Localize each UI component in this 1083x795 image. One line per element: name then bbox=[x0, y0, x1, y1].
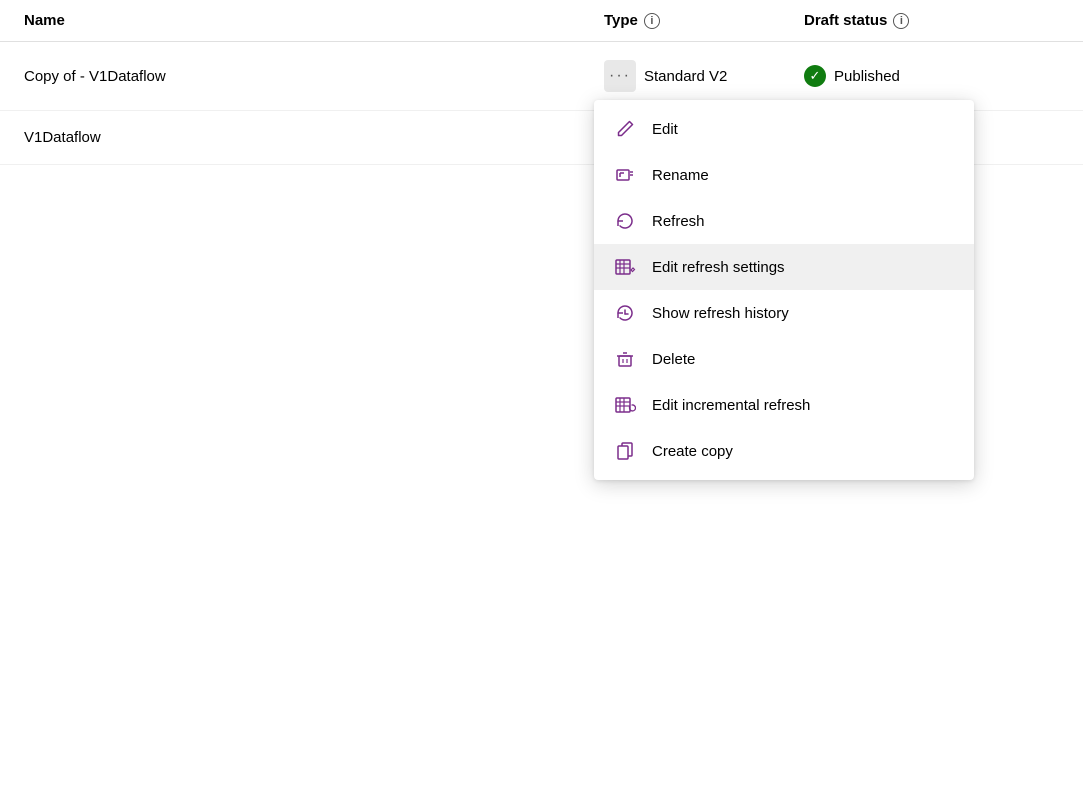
draft-status-info-icon: i bbox=[893, 13, 909, 29]
row-actions: ··· bbox=[604, 60, 644, 92]
refresh-icon bbox=[614, 210, 636, 232]
column-type: Type i bbox=[604, 12, 804, 29]
column-type-label: Type bbox=[604, 12, 638, 29]
column-draft-status-label: Draft status bbox=[804, 12, 887, 29]
history-icon bbox=[614, 302, 636, 324]
menu-item-label: Refresh bbox=[652, 213, 705, 230]
menu-item-label: Delete bbox=[652, 351, 695, 368]
menu-item-refresh[interactable]: Refresh bbox=[594, 198, 974, 244]
type-info-icon: i bbox=[644, 13, 660, 29]
menu-item-label: Rename bbox=[652, 167, 709, 184]
row-status: ✓ Published bbox=[804, 65, 1059, 87]
menu-item-edit-refresh-settings[interactable]: Edit refresh settings bbox=[594, 244, 974, 290]
menu-item-label: Edit incremental refresh bbox=[652, 397, 810, 414]
menu-item-delete[interactable]: Delete bbox=[594, 336, 974, 382]
context-menu: Edit Rename Refresh bbox=[594, 100, 974, 480]
menu-item-rename[interactable]: Rename bbox=[594, 152, 974, 198]
dataflow-name: Copy of - V1Dataflow bbox=[24, 68, 166, 85]
copy-icon bbox=[614, 440, 636, 462]
menu-item-label: Edit refresh settings bbox=[652, 259, 785, 276]
row-type: Standard V2 bbox=[644, 68, 804, 85]
dataflow-type: Standard V2 bbox=[644, 68, 727, 85]
row-name: Copy of - V1Dataflow bbox=[24, 68, 604, 85]
status-label: Published bbox=[834, 68, 900, 85]
column-draft-status: Draft status i bbox=[804, 12, 1059, 29]
row-name: V1Dataflow bbox=[24, 129, 604, 146]
menu-item-edit-incremental-refresh[interactable]: Edit incremental refresh bbox=[594, 382, 974, 428]
more-options-button[interactable]: ··· bbox=[604, 60, 636, 92]
menu-item-show-refresh-history[interactable]: Show refresh history bbox=[594, 290, 974, 336]
dataflow-name: V1Dataflow bbox=[24, 129, 101, 146]
menu-item-create-copy[interactable]: Create copy bbox=[594, 428, 974, 474]
published-check-icon: ✓ bbox=[804, 65, 826, 87]
edit-icon bbox=[614, 118, 636, 140]
column-name: Name bbox=[24, 12, 604, 29]
table-header: Name Type i Draft status i bbox=[0, 0, 1083, 42]
delete-icon bbox=[614, 348, 636, 370]
menu-item-edit[interactable]: Edit bbox=[594, 106, 974, 152]
menu-item-label: Create copy bbox=[652, 443, 733, 460]
menu-item-label: Edit bbox=[652, 121, 678, 138]
menu-item-label: Show refresh history bbox=[652, 305, 789, 322]
rename-icon bbox=[614, 164, 636, 186]
column-name-label: Name bbox=[24, 12, 65, 29]
edit-refresh-icon bbox=[614, 256, 636, 278]
incremental-icon bbox=[614, 394, 636, 416]
